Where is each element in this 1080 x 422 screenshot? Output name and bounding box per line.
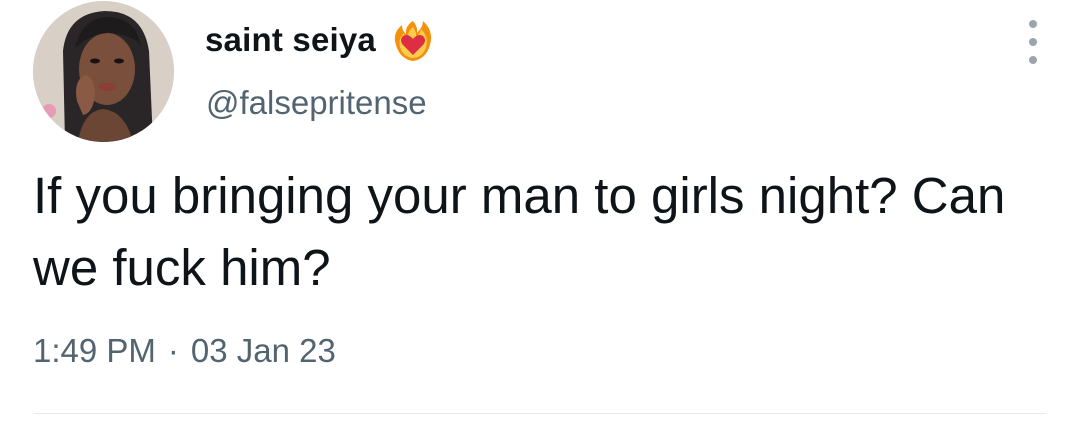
divider xyxy=(33,413,1047,414)
tweet-text: If you bringing your man to girls night?… xyxy=(33,167,1006,296)
avatar[interactable] xyxy=(33,1,174,142)
tweet-timestamp[interactable]: 1:49 PM · 03 Jan 23 xyxy=(33,332,336,370)
dot-icon xyxy=(1029,56,1037,64)
dot-icon xyxy=(1029,20,1037,28)
profile-photo xyxy=(33,1,174,142)
heart-on-fire-icon xyxy=(394,21,432,61)
meta-separator: · xyxy=(167,332,179,369)
tweet-card: saint seiya @falsepritense If you bringi… xyxy=(0,0,1080,422)
tweet-date: 03 Jan 23 xyxy=(190,332,336,369)
dot-icon xyxy=(1029,38,1037,46)
tweet-time: 1:49 PM xyxy=(33,332,156,369)
name-row: saint seiya xyxy=(205,16,436,64)
display-name[interactable]: saint seiya xyxy=(205,21,376,59)
user-handle[interactable]: @falsepritense xyxy=(206,84,427,122)
more-options-icon[interactable] xyxy=(1022,20,1044,64)
